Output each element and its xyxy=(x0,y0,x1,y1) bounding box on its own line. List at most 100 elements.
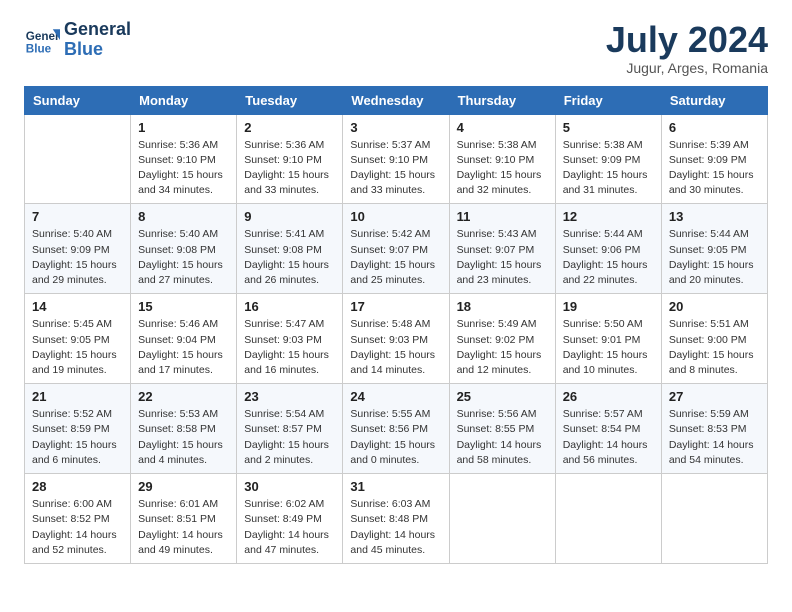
day-number: 4 xyxy=(457,120,548,135)
logo-general: General xyxy=(64,19,131,39)
day-number: 12 xyxy=(563,209,654,224)
calendar-cell: 25 Sunrise: 5:56 AM Sunset: 8:55 PM Dayli… xyxy=(449,384,555,474)
calendar-cell: 28 Sunrise: 6:00 AM Sunset: 8:52 PM Dayli… xyxy=(25,474,131,564)
calendar-cell: 26 Sunrise: 5:57 AM Sunset: 8:54 PM Dayli… xyxy=(555,384,661,474)
calendar-cell: 15 Sunrise: 5:46 AM Sunset: 9:04 PM Dayli… xyxy=(131,294,237,384)
calendar-cell: 4 Sunrise: 5:38 AM Sunset: 9:10 PM Daylig… xyxy=(449,114,555,204)
weekday-header-thursday: Thursday xyxy=(449,86,555,114)
day-number: 16 xyxy=(244,299,335,314)
calendar-cell: 10Sunrise: 5:42 AM Sunset: 9:07 PM Dayli… xyxy=(343,204,449,294)
logo-icon: General Blue xyxy=(24,22,60,58)
calendar-cell: 7 Sunrise: 5:40 AM Sunset: 9:09 PM Daylig… xyxy=(25,204,131,294)
day-info: Sunrise: 5:59 AM Sunset: 8:53 PM Dayligh… xyxy=(669,407,760,468)
calendar-cell xyxy=(555,474,661,564)
calendar-cell: 16 Sunrise: 5:47 AM Sunset: 9:03 PM Dayli… xyxy=(237,294,343,384)
day-info: Sunrise: 5:39 AM Sunset: 9:09 PM Dayligh… xyxy=(669,138,760,199)
day-number: 29 xyxy=(138,479,229,494)
day-info: Sunrise: 5:55 AM Sunset: 8:56 PM Dayligh… xyxy=(350,407,441,468)
day-info: Sunrise: 5:36 AM Sunset: 9:10 PM Dayligh… xyxy=(244,138,335,199)
day-number: 28 xyxy=(32,479,123,494)
day-number: 5 xyxy=(563,120,654,135)
svg-text:Blue: Blue xyxy=(26,42,52,55)
week-row-3: 21Sunrise: 5:52 AM Sunset: 8:59 PM Dayli… xyxy=(25,384,768,474)
day-info: Sunrise: 5:44 AM Sunset: 9:06 PM Dayligh… xyxy=(563,227,654,288)
calendar-cell: 27Sunrise: 5:59 AM Sunset: 8:53 PM Dayli… xyxy=(661,384,767,474)
calendar-cell: 5 Sunrise: 5:38 AM Sunset: 9:09 PM Daylig… xyxy=(555,114,661,204)
day-info: Sunrise: 5:46 AM Sunset: 9:04 PM Dayligh… xyxy=(138,317,229,378)
day-info: Sunrise: 5:41 AM Sunset: 9:08 PM Dayligh… xyxy=(244,227,335,288)
day-number: 21 xyxy=(32,389,123,404)
calendar-cell: 30Sunrise: 6:02 AM Sunset: 8:49 PM Dayli… xyxy=(237,474,343,564)
calendar-cell: 6 Sunrise: 5:39 AM Sunset: 9:09 PM Daylig… xyxy=(661,114,767,204)
calendar-cell: 20 Sunrise: 5:51 AM Sunset: 9:00 PM Dayli… xyxy=(661,294,767,384)
calendar-cell: 12 Sunrise: 5:44 AM Sunset: 9:06 PM Dayli… xyxy=(555,204,661,294)
calendar-cell xyxy=(661,474,767,564)
calendar-cell: 24Sunrise: 5:55 AM Sunset: 8:56 PM Dayli… xyxy=(343,384,449,474)
day-number: 20 xyxy=(669,299,760,314)
day-info: Sunrise: 6:02 AM Sunset: 8:49 PM Dayligh… xyxy=(244,497,335,558)
day-info: Sunrise: 5:53 AM Sunset: 8:58 PM Dayligh… xyxy=(138,407,229,468)
day-info: Sunrise: 5:47 AM Sunset: 9:03 PM Dayligh… xyxy=(244,317,335,378)
day-info: Sunrise: 5:45 AM Sunset: 9:05 PM Dayligh… xyxy=(32,317,123,378)
day-info: Sunrise: 5:56 AM Sunset: 8:55 PM Dayligh… xyxy=(457,407,548,468)
day-info: Sunrise: 5:40 AM Sunset: 9:09 PM Dayligh… xyxy=(32,227,123,288)
day-info: Sunrise: 5:50 AM Sunset: 9:01 PM Dayligh… xyxy=(563,317,654,378)
day-info: Sunrise: 5:40 AM Sunset: 9:08 PM Dayligh… xyxy=(138,227,229,288)
calendar-cell: 21Sunrise: 5:52 AM Sunset: 8:59 PM Dayli… xyxy=(25,384,131,474)
weekday-header-saturday: Saturday xyxy=(661,86,767,114)
weekday-header-tuesday: Tuesday xyxy=(237,86,343,114)
day-number: 8 xyxy=(138,209,229,224)
calendar-cell: 18Sunrise: 5:49 AM Sunset: 9:02 PM Dayli… xyxy=(449,294,555,384)
day-info: Sunrise: 5:38 AM Sunset: 9:09 PM Dayligh… xyxy=(563,138,654,199)
calendar-cell xyxy=(449,474,555,564)
calendar-cell: 11 Sunrise: 5:43 AM Sunset: 9:07 PM Dayli… xyxy=(449,204,555,294)
day-number: 10 xyxy=(350,209,441,224)
day-info: Sunrise: 5:57 AM Sunset: 8:54 PM Dayligh… xyxy=(563,407,654,468)
calendar-cell xyxy=(25,114,131,204)
week-row-2: 14 Sunrise: 5:45 AM Sunset: 9:05 PM Dayli… xyxy=(25,294,768,384)
week-row-4: 28 Sunrise: 6:00 AM Sunset: 8:52 PM Dayli… xyxy=(25,474,768,564)
day-number: 1 xyxy=(138,120,229,135)
calendar-cell: 1 Sunrise: 5:36 AM Sunset: 9:10 PM Daylig… xyxy=(131,114,237,204)
day-number: 6 xyxy=(669,120,760,135)
logo-blue: Blue xyxy=(64,39,103,59)
location: Jugur, Arges, Romania xyxy=(606,60,768,76)
calendar-cell: 2Sunrise: 5:36 AM Sunset: 9:10 PM Daylig… xyxy=(237,114,343,204)
day-number: 7 xyxy=(32,209,123,224)
day-info: Sunrise: 6:03 AM Sunset: 8:48 PM Dayligh… xyxy=(350,497,441,558)
day-number: 9 xyxy=(244,209,335,224)
calendar-cell: 29 Sunrise: 6:01 AM Sunset: 8:51 PM Dayli… xyxy=(131,474,237,564)
day-number: 26 xyxy=(563,389,654,404)
weekday-header-wednesday: Wednesday xyxy=(343,86,449,114)
day-info: Sunrise: 5:38 AM Sunset: 9:10 PM Dayligh… xyxy=(457,138,548,199)
weekday-header-friday: Friday xyxy=(555,86,661,114)
day-number: 15 xyxy=(138,299,229,314)
calendar-cell: 19 Sunrise: 5:50 AM Sunset: 9:01 PM Dayli… xyxy=(555,294,661,384)
day-info: Sunrise: 6:01 AM Sunset: 8:51 PM Dayligh… xyxy=(138,497,229,558)
week-row-0: 1 Sunrise: 5:36 AM Sunset: 9:10 PM Daylig… xyxy=(25,114,768,204)
day-number: 19 xyxy=(563,299,654,314)
calendar-cell: 17Sunrise: 5:48 AM Sunset: 9:03 PM Dayli… xyxy=(343,294,449,384)
title-area: July 2024 Jugur, Arges, Romania xyxy=(606,20,768,76)
calendar-cell: 14 Sunrise: 5:45 AM Sunset: 9:05 PM Dayli… xyxy=(25,294,131,384)
calendar-cell: 31 Sunrise: 6:03 AM Sunset: 8:48 PM Dayli… xyxy=(343,474,449,564)
calendar-cell: 9 Sunrise: 5:41 AM Sunset: 9:08 PM Daylig… xyxy=(237,204,343,294)
day-number: 3 xyxy=(350,120,441,135)
day-info: Sunrise: 6:00 AM Sunset: 8:52 PM Dayligh… xyxy=(32,497,123,558)
logo-text: General Blue xyxy=(64,20,131,60)
day-number: 17 xyxy=(350,299,441,314)
day-info: Sunrise: 5:51 AM Sunset: 9:00 PM Dayligh… xyxy=(669,317,760,378)
day-info: Sunrise: 5:36 AM Sunset: 9:10 PM Dayligh… xyxy=(138,138,229,199)
day-number: 14 xyxy=(32,299,123,314)
day-number: 11 xyxy=(457,209,548,224)
page-header: General Blue General Blue July 2024 Jugu… xyxy=(24,20,768,76)
calendar-cell: 23Sunrise: 5:54 AM Sunset: 8:57 PM Dayli… xyxy=(237,384,343,474)
calendar-cell: 3Sunrise: 5:37 AM Sunset: 9:10 PM Daylig… xyxy=(343,114,449,204)
day-number: 25 xyxy=(457,389,548,404)
day-number: 31 xyxy=(350,479,441,494)
weekday-header-row: SundayMondayTuesdayWednesdayThursdayFrid… xyxy=(25,86,768,114)
week-row-1: 7 Sunrise: 5:40 AM Sunset: 9:09 PM Daylig… xyxy=(25,204,768,294)
calendar-cell: 22Sunrise: 5:53 AM Sunset: 8:58 PM Dayli… xyxy=(131,384,237,474)
day-info: Sunrise: 5:49 AM Sunset: 9:02 PM Dayligh… xyxy=(457,317,548,378)
day-info: Sunrise: 5:43 AM Sunset: 9:07 PM Dayligh… xyxy=(457,227,548,288)
